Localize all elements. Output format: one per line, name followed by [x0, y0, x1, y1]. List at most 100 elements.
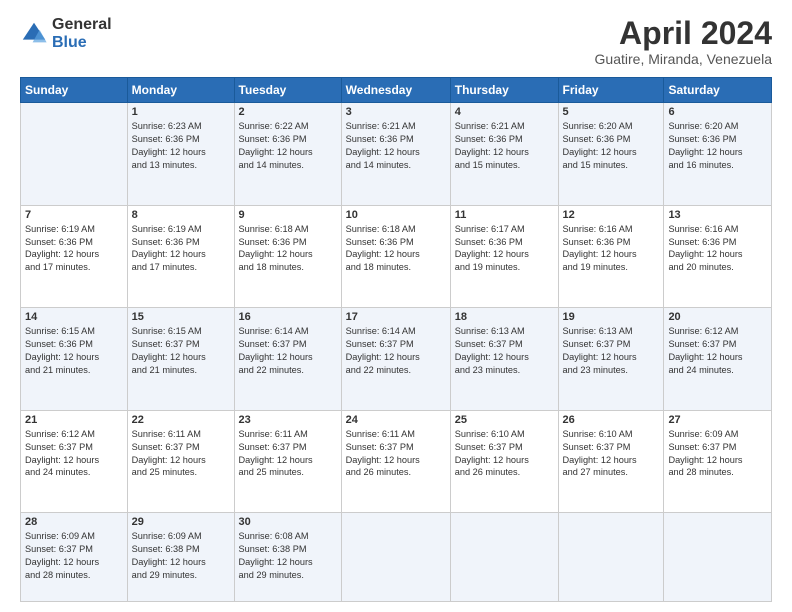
day-info: Sunrise: 6:19 AM Sunset: 6:36 PM Dayligh…	[25, 223, 123, 275]
day-number: 19	[563, 311, 660, 323]
calendar-cell: 29 Sunrise: 6:09 AM Sunset: 6:38 PM Dayli…	[127, 513, 234, 602]
day-number: 30	[239, 516, 337, 528]
day-info: Sunrise: 6:11 AM Sunset: 6:37 PM Dayligh…	[239, 428, 337, 480]
calendar-header-row: SundayMondayTuesdayWednesdayThursdayFrid…	[21, 78, 772, 103]
calendar-cell: 2 Sunrise: 6:22 AM Sunset: 6:36 PM Daylig…	[234, 103, 341, 206]
day-info: Sunrise: 6:11 AM Sunset: 6:37 PM Dayligh…	[346, 428, 446, 480]
day-number: 8	[132, 209, 230, 221]
day-number: 14	[25, 311, 123, 323]
day-number: 3	[346, 106, 446, 118]
header: General Blue April 2024 Guatire, Miranda…	[20, 16, 772, 67]
day-info: Sunrise: 6:11 AM Sunset: 6:37 PM Dayligh…	[132, 428, 230, 480]
calendar-cell: 25Sunrise: 6:10 AM Sunset: 6:37 PM Dayli…	[450, 410, 558, 513]
calendar-cell: 1 Sunrise: 6:23 AM Sunset: 6:36 PM Daylig…	[127, 103, 234, 206]
calendar-table: SundayMondayTuesdayWednesdayThursdayFrid…	[20, 77, 772, 602]
day-info: Sunrise: 6:13 AM Sunset: 6:37 PM Dayligh…	[563, 325, 660, 377]
calendar-cell	[558, 513, 664, 602]
day-number: 9	[239, 209, 337, 221]
logo-text: General Blue	[52, 16, 112, 51]
calendar-cell: 22 Sunrise: 6:11 AM Sunset: 6:37 PM Dayli…	[127, 410, 234, 513]
day-number: 26	[563, 414, 660, 426]
day-info: Sunrise: 6:12 AM Sunset: 6:37 PM Dayligh…	[668, 325, 767, 377]
day-info: Sunrise: 6:15 AM Sunset: 6:36 PM Dayligh…	[25, 325, 123, 377]
day-number: 5	[563, 106, 660, 118]
calendar-cell: 16Sunrise: 6:14 AM Sunset: 6:37 PM Dayli…	[234, 308, 341, 411]
logo: General Blue	[20, 16, 112, 51]
day-info: Sunrise: 6:16 AM Sunset: 6:36 PM Dayligh…	[668, 223, 767, 275]
calendar-cell: 3 Sunrise: 6:21 AM Sunset: 6:36 PM Daylig…	[341, 103, 450, 206]
calendar-cell: 5 Sunrise: 6:20 AM Sunset: 6:36 PM Daylig…	[558, 103, 664, 206]
calendar-cell: 21 Sunrise: 6:12 AM Sunset: 6:37 PM Dayli…	[21, 410, 128, 513]
calendar-cell: 24Sunrise: 6:11 AM Sunset: 6:37 PM Dayli…	[341, 410, 450, 513]
calendar-cell: 27 Sunrise: 6:09 AM Sunset: 6:37 PM Dayli…	[664, 410, 772, 513]
calendar-dow-monday: Monday	[127, 78, 234, 103]
day-number: 16	[239, 311, 337, 323]
day-number: 18	[455, 311, 554, 323]
day-number: 21	[25, 414, 123, 426]
calendar-cell: 17Sunrise: 6:14 AM Sunset: 6:37 PM Dayli…	[341, 308, 450, 411]
calendar-cell: 11 Sunrise: 6:17 AM Sunset: 6:36 PM Dayli…	[450, 205, 558, 308]
calendar-cell: 28 Sunrise: 6:09 AM Sunset: 6:37 PM Dayli…	[21, 513, 128, 602]
day-info: Sunrise: 6:12 AM Sunset: 6:37 PM Dayligh…	[25, 428, 123, 480]
day-number: 2	[239, 106, 337, 118]
day-number: 23	[239, 414, 337, 426]
page: General Blue April 2024 Guatire, Miranda…	[0, 0, 792, 612]
logo-general-text: General	[52, 16, 112, 34]
calendar-cell: 20 Sunrise: 6:12 AM Sunset: 6:37 PM Dayli…	[664, 308, 772, 411]
calendar-week-row: 7 Sunrise: 6:19 AM Sunset: 6:36 PM Daylig…	[21, 205, 772, 308]
day-info: Sunrise: 6:22 AM Sunset: 6:36 PM Dayligh…	[239, 120, 337, 172]
day-number: 29	[132, 516, 230, 528]
calendar-cell: 26 Sunrise: 6:10 AM Sunset: 6:37 PM Dayli…	[558, 410, 664, 513]
calendar-week-row: 14 Sunrise: 6:15 AM Sunset: 6:36 PM Dayli…	[21, 308, 772, 411]
day-info: Sunrise: 6:09 AM Sunset: 6:38 PM Dayligh…	[132, 530, 230, 582]
day-number: 4	[455, 106, 554, 118]
day-number: 28	[25, 516, 123, 528]
calendar-dow-wednesday: Wednesday	[341, 78, 450, 103]
calendar-cell: 18Sunrise: 6:13 AM Sunset: 6:37 PM Dayli…	[450, 308, 558, 411]
calendar-cell	[450, 513, 558, 602]
calendar-cell: 15 Sunrise: 6:15 AM Sunset: 6:37 PM Dayli…	[127, 308, 234, 411]
day-number: 17	[346, 311, 446, 323]
day-info: Sunrise: 6:17 AM Sunset: 6:36 PM Dayligh…	[455, 223, 554, 275]
day-info: Sunrise: 6:09 AM Sunset: 6:37 PM Dayligh…	[668, 428, 767, 480]
day-info: Sunrise: 6:19 AM Sunset: 6:36 PM Dayligh…	[132, 223, 230, 275]
calendar-dow-sunday: Sunday	[21, 78, 128, 103]
calendar-cell: 14 Sunrise: 6:15 AM Sunset: 6:36 PM Dayli…	[21, 308, 128, 411]
calendar-cell	[664, 513, 772, 602]
month-title: April 2024	[595, 16, 772, 51]
day-number: 6	[668, 106, 767, 118]
calendar-cell: 4Sunrise: 6:21 AM Sunset: 6:36 PM Daylig…	[450, 103, 558, 206]
day-number: 1	[132, 106, 230, 118]
day-info: Sunrise: 6:10 AM Sunset: 6:37 PM Dayligh…	[563, 428, 660, 480]
calendar-cell: 8 Sunrise: 6:19 AM Sunset: 6:36 PM Daylig…	[127, 205, 234, 308]
day-number: 15	[132, 311, 230, 323]
day-info: Sunrise: 6:23 AM Sunset: 6:36 PM Dayligh…	[132, 120, 230, 172]
day-number: 10	[346, 209, 446, 221]
calendar-dow-thursday: Thursday	[450, 78, 558, 103]
calendar-cell: 9Sunrise: 6:18 AM Sunset: 6:36 PM Daylig…	[234, 205, 341, 308]
day-info: Sunrise: 6:20 AM Sunset: 6:36 PM Dayligh…	[563, 120, 660, 172]
calendar-cell: 12Sunrise: 6:16 AM Sunset: 6:36 PM Dayli…	[558, 205, 664, 308]
calendar-week-row: 21 Sunrise: 6:12 AM Sunset: 6:37 PM Dayli…	[21, 410, 772, 513]
calendar-dow-tuesday: Tuesday	[234, 78, 341, 103]
day-info: Sunrise: 6:21 AM Sunset: 6:36 PM Dayligh…	[346, 120, 446, 172]
calendar-dow-saturday: Saturday	[664, 78, 772, 103]
day-number: 7	[25, 209, 123, 221]
calendar-cell: 30 Sunrise: 6:08 AM Sunset: 6:38 PM Dayli…	[234, 513, 341, 602]
logo-blue-text: Blue	[52, 34, 112, 52]
day-number: 22	[132, 414, 230, 426]
logo-icon	[20, 20, 48, 48]
day-info: Sunrise: 6:09 AM Sunset: 6:37 PM Dayligh…	[25, 530, 123, 582]
day-number: 20	[668, 311, 767, 323]
day-info: Sunrise: 6:15 AM Sunset: 6:37 PM Dayligh…	[132, 325, 230, 377]
day-info: Sunrise: 6:10 AM Sunset: 6:37 PM Dayligh…	[455, 428, 554, 480]
calendar-cell: 6Sunrise: 6:20 AM Sunset: 6:36 PM Daylig…	[664, 103, 772, 206]
calendar-cell: 19 Sunrise: 6:13 AM Sunset: 6:37 PM Dayli…	[558, 308, 664, 411]
calendar-week-row: 1 Sunrise: 6:23 AM Sunset: 6:36 PM Daylig…	[21, 103, 772, 206]
day-number: 11	[455, 209, 554, 221]
calendar-cell: 23 Sunrise: 6:11 AM Sunset: 6:37 PM Dayli…	[234, 410, 341, 513]
day-number: 27	[668, 414, 767, 426]
day-info: Sunrise: 6:08 AM Sunset: 6:38 PM Dayligh…	[239, 530, 337, 582]
calendar-cell: 7 Sunrise: 6:19 AM Sunset: 6:36 PM Daylig…	[21, 205, 128, 308]
day-info: Sunrise: 6:18 AM Sunset: 6:36 PM Dayligh…	[346, 223, 446, 275]
